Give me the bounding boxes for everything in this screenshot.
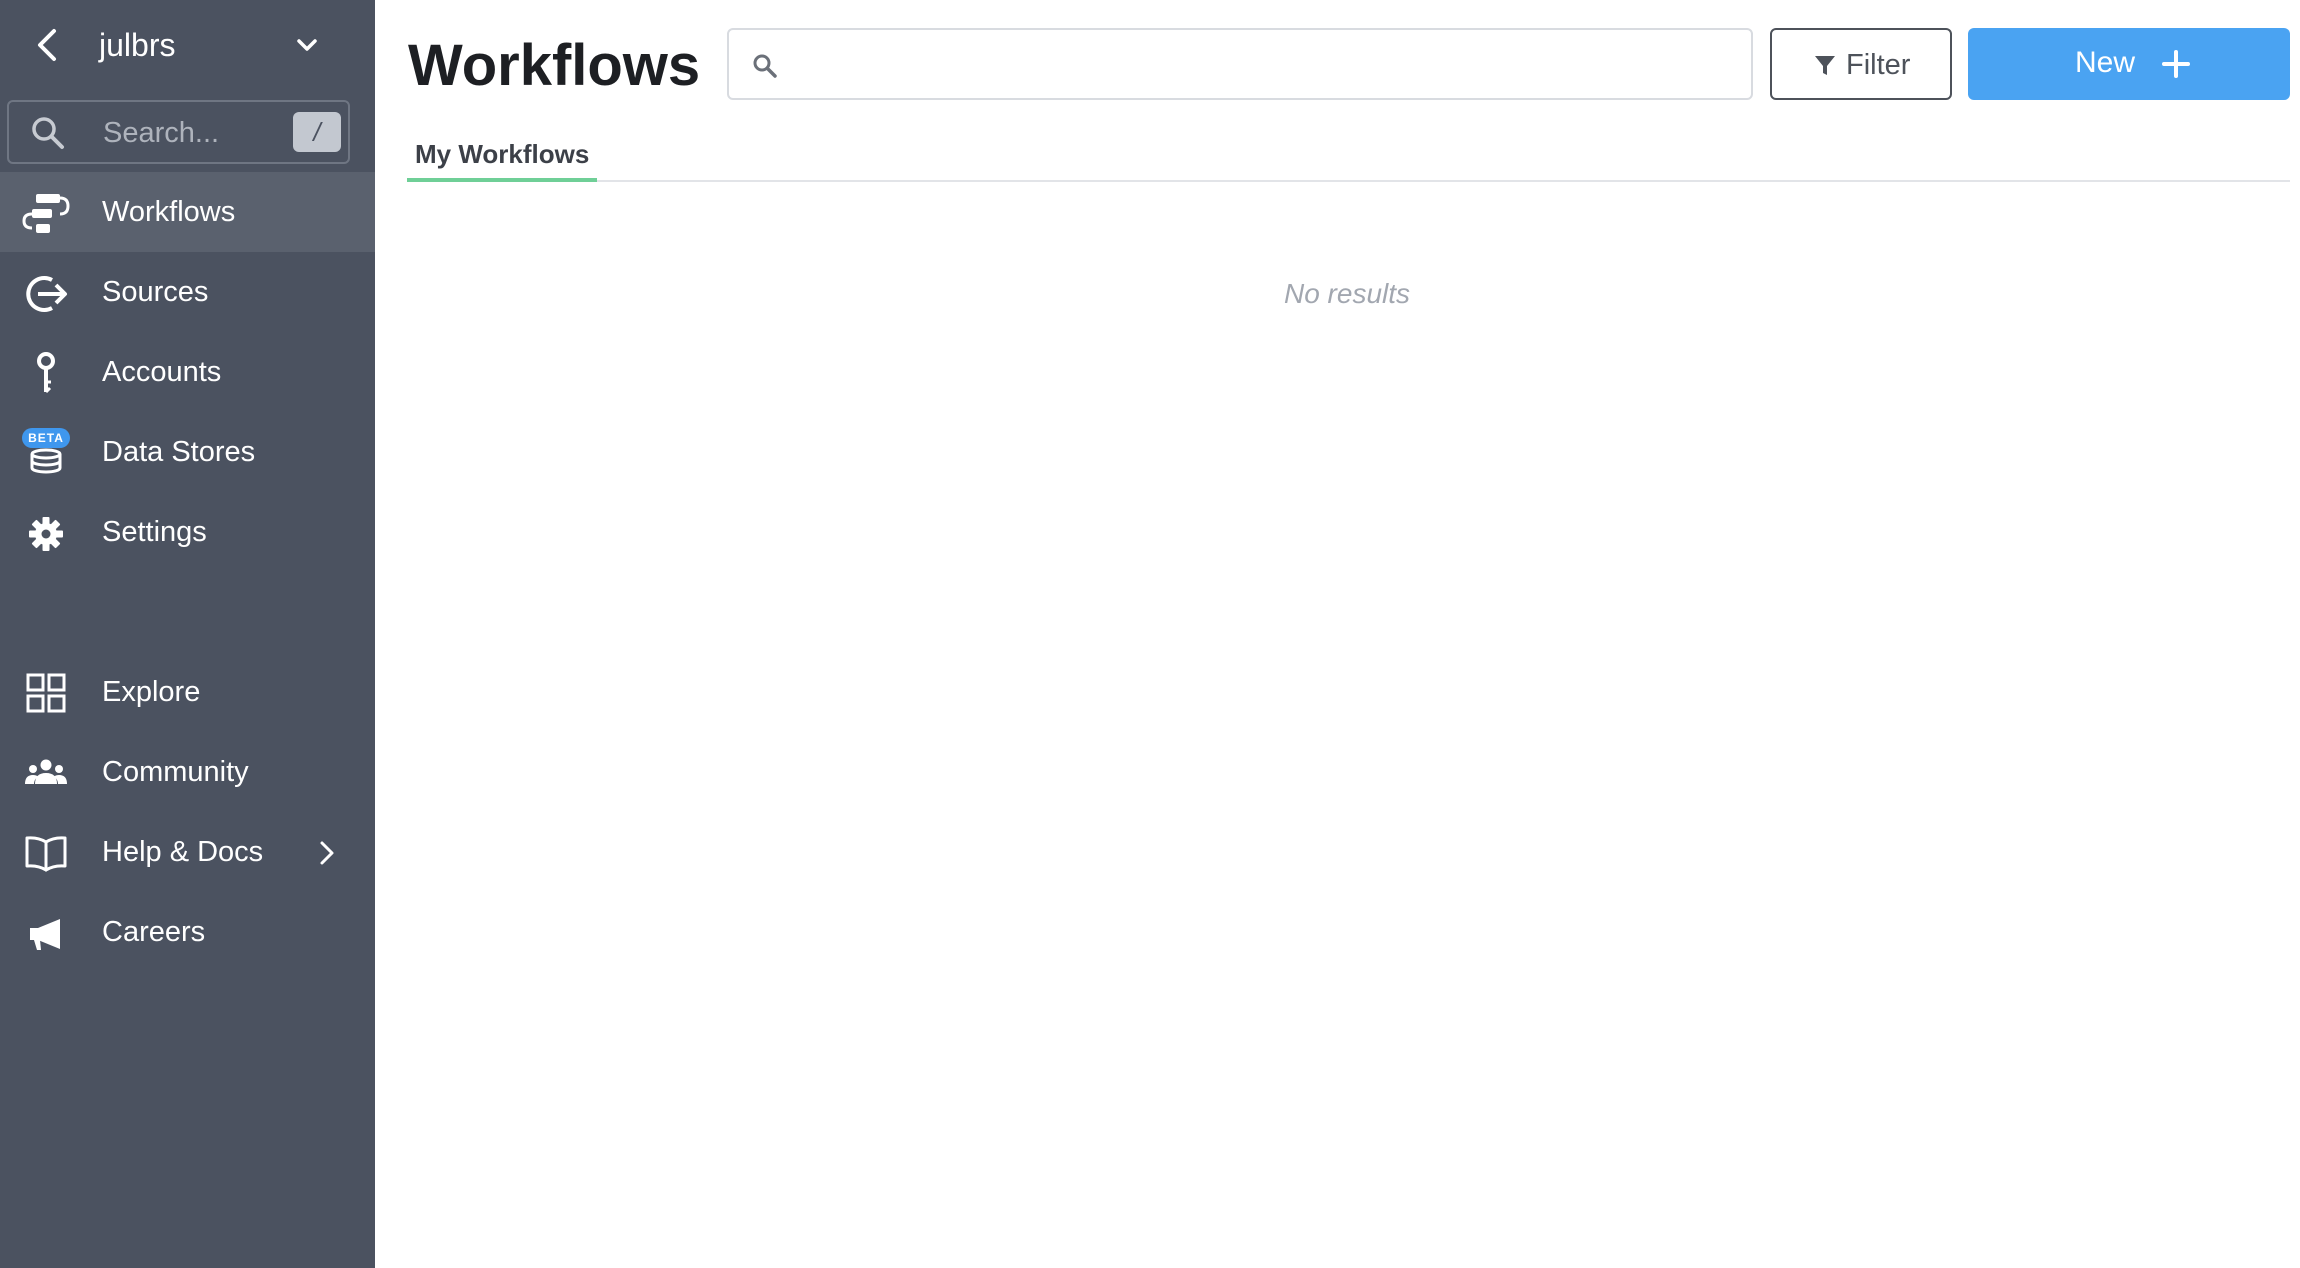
sidebar-item-explore[interactable]: Explore bbox=[0, 652, 375, 732]
new-button-label: New bbox=[2075, 46, 2136, 79]
grid-icon bbox=[26, 673, 66, 713]
sidebar-item-label: Explore bbox=[102, 676, 201, 708]
page-title: Workflows bbox=[408, 33, 701, 98]
sidebar: julbrs Search... / Workflows Sources Acc… bbox=[0, 0, 375, 1268]
sidebar-item-community[interactable]: Community bbox=[0, 732, 375, 812]
key-icon bbox=[37, 352, 55, 394]
sidebar-item-label: Sources bbox=[102, 276, 209, 308]
workflow-search[interactable] bbox=[727, 28, 1753, 100]
search-shortcut-key: / bbox=[293, 112, 341, 152]
org-name: julbrs bbox=[99, 27, 176, 63]
sidebar-item-label: Data Stores bbox=[102, 436, 256, 468]
filter-icon bbox=[1815, 56, 1835, 75]
workflow-tabs: My Workflows bbox=[407, 130, 2290, 182]
chevron-down-icon[interactable] bbox=[292, 30, 322, 60]
search-icon bbox=[753, 54, 777, 78]
tab-my-workflows[interactable]: My Workflows bbox=[407, 130, 598, 182]
sidebar-item-careers[interactable]: Careers bbox=[0, 892, 375, 972]
search-icon bbox=[32, 117, 64, 149]
sidebar-item-accounts[interactable]: Accounts bbox=[0, 332, 375, 412]
sidebar-item-label: Accounts bbox=[102, 356, 222, 388]
sidebar-item-help-docs[interactable]: Help & Docs bbox=[0, 812, 375, 892]
org-switcher[interactable]: julbrs bbox=[0, 0, 375, 90]
sidebar-item-workflows[interactable]: Workflows bbox=[0, 172, 375, 252]
empty-state-message: No results bbox=[1283, 278, 1411, 309]
sidebar-item-label: Settings bbox=[102, 516, 207, 548]
sidebar-item-settings[interactable]: Settings bbox=[0, 492, 375, 572]
workflow-search-input[interactable] bbox=[799, 40, 1729, 88]
megaphone-icon bbox=[30, 919, 60, 950]
sources-icon bbox=[26, 276, 67, 312]
chevron-right-icon bbox=[320, 841, 334, 865]
plus-icon bbox=[2162, 50, 2190, 78]
sidebar-item-sources[interactable]: Sources bbox=[0, 252, 375, 332]
sidebar-item-label: Help & Docs bbox=[102, 836, 264, 868]
sidebar-item-data-stores[interactable]: BETA Data Stores bbox=[0, 412, 375, 492]
people-icon bbox=[25, 759, 67, 784]
filter-button-label: Filter bbox=[1846, 49, 1911, 81]
sidebar-search[interactable]: Search... / bbox=[7, 100, 350, 164]
filter-button[interactable]: Filter bbox=[1770, 28, 1952, 100]
sidebar-item-label: Careers bbox=[102, 916, 206, 948]
back-arrow-icon[interactable] bbox=[30, 25, 66, 65]
app-root: julbrs Search... / Workflows Sources Acc… bbox=[0, 0, 2300, 1268]
sidebar-item-label: Workflows bbox=[102, 196, 236, 228]
sidebar-search-placeholder: Search... bbox=[103, 117, 220, 149]
beta-badge: BETA bbox=[22, 428, 70, 448]
workflows-icon bbox=[22, 194, 70, 233]
gear-icon bbox=[29, 517, 63, 551]
book-icon bbox=[25, 836, 67, 872]
new-workflow-button[interactable]: New bbox=[1968, 28, 2290, 100]
sidebar-item-label: Community bbox=[102, 756, 249, 788]
